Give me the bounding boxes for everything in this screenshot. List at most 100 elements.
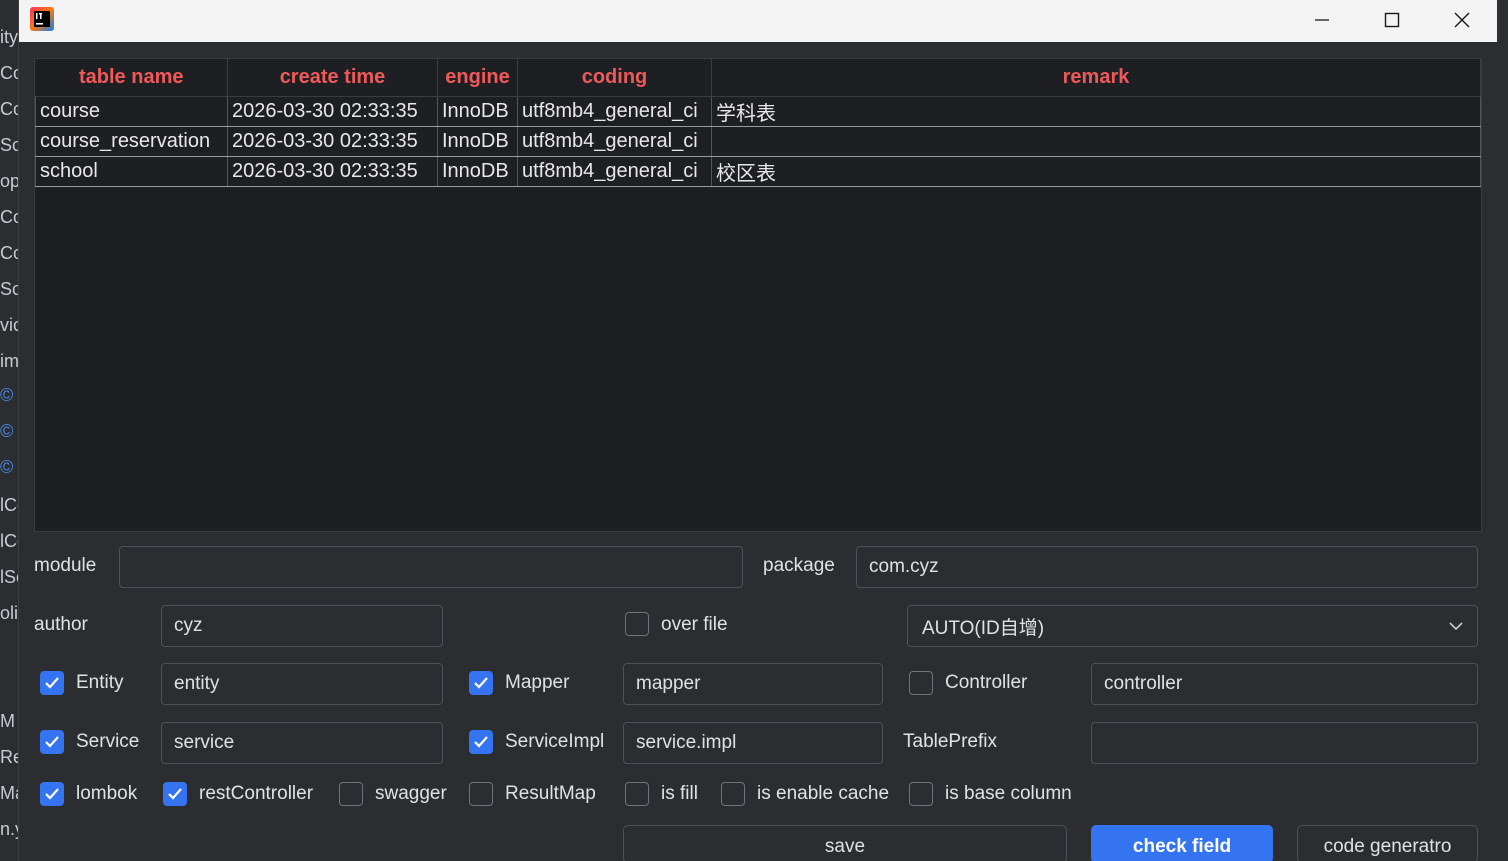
cell-create-time: 2026-03-30 02:33:35 <box>227 155 438 187</box>
cell-table-name: school <box>35 155 228 187</box>
close-button[interactable] <box>1427 0 1497 40</box>
column-header-engine[interactable]: engine <box>437 59 518 97</box>
service-impl-label: ServiceImpl <box>505 731 605 752</box>
swagger-label: swagger <box>375 783 447 804</box>
service-impl-input[interactable] <box>623 722 883 764</box>
intellij-app-icon <box>30 7 54 31</box>
table-row[interactable]: school 2026-03-30 02:33:35 InnoDB utf8mb… <box>35 155 1481 187</box>
id-type-selected-value: AUTO(ID自增) <box>922 617 1045 639</box>
column-header-coding[interactable]: coding <box>517 59 712 97</box>
cell-coding: utf8mb4_general_ci <box>517 95 712 127</box>
cell-create-time: 2026-03-30 02:33:35 <box>227 125 438 157</box>
background-ide-strip: ity Co Co Sc op Co Co Sc vic im © © © lC… <box>0 0 18 861</box>
package-input[interactable] <box>856 546 1478 588</box>
controller-label: Controller <box>945 672 1028 693</box>
column-header-create-time[interactable]: create time <box>227 59 438 97</box>
cell-table-name: course <box>35 95 228 127</box>
bg-fragment: ity <box>0 27 18 47</box>
result-map-label: ResultMap <box>505 783 596 804</box>
over-file-label: over file <box>661 614 728 635</box>
over-file-checkbox[interactable] <box>625 612 649 636</box>
background-ide-right <box>1496 0 1508 861</box>
result-map-checkbox[interactable] <box>469 782 493 806</box>
title-bar <box>19 0 1497 42</box>
minimize-icon <box>1315 19 1329 21</box>
cell-engine: InnoDB <box>437 125 518 157</box>
check-field-button[interactable]: check field <box>1091 825 1273 861</box>
bg-fragment: M <box>0 711 15 731</box>
cell-remark <box>711 125 1481 157</box>
module-label: module <box>34 555 97 576</box>
checkmark-icon <box>474 736 488 748</box>
checkmark-icon <box>474 677 488 689</box>
bg-fragment: Sc <box>0 135 18 155</box>
controller-input[interactable] <box>1091 663 1478 705</box>
table-row[interactable]: course_reservation 2026-03-30 02:33:35 I… <box>35 125 1481 157</box>
cell-remark: 校区表 <box>711 155 1481 187</box>
rest-controller-checkbox[interactable] <box>163 782 187 806</box>
author-input[interactable] <box>161 605 443 647</box>
mapper-input[interactable] <box>623 663 883 705</box>
cell-create-time: 2026-03-30 02:33:35 <box>227 95 438 127</box>
cell-remark: 学科表 <box>711 95 1481 127</box>
is-fill-label: is fill <box>661 783 698 804</box>
bg-fragment: Co <box>0 207 18 227</box>
lombok-label: lombok <box>76 783 138 804</box>
bg-fragment: Re <box>0 747 18 767</box>
checkmark-icon <box>168 788 182 800</box>
entity-label: Entity <box>76 672 124 693</box>
column-header-remark[interactable]: remark <box>711 59 1481 97</box>
is-enable-cache-checkbox[interactable] <box>721 782 745 806</box>
is-base-column-checkbox[interactable] <box>909 782 933 806</box>
cell-engine: InnoDB <box>437 95 518 127</box>
module-input[interactable] <box>119 546 743 588</box>
table-prefix-input[interactable] <box>1091 722 1478 764</box>
save-button[interactable]: save <box>623 825 1067 861</box>
id-type-select[interactable]: AUTO(ID自增) <box>907 605 1478 647</box>
column-header-table-name[interactable]: table name <box>35 59 228 97</box>
checkmark-icon <box>45 677 59 689</box>
bg-fragment: Co <box>0 99 18 119</box>
bg-fragment: vic <box>0 315 18 335</box>
maximize-button[interactable] <box>1357 0 1427 40</box>
bg-fragment: © <box>0 421 14 441</box>
checkmark-icon <box>45 736 59 748</box>
entity-checkbox[interactable] <box>40 671 64 695</box>
swagger-checkbox[interactable] <box>339 782 363 806</box>
is-enable-cache-label: is enable cache <box>757 783 890 804</box>
mapper-checkbox[interactable] <box>469 671 493 695</box>
package-label: package <box>763 555 835 576</box>
bg-fragment: Sc <box>0 279 18 299</box>
is-base-column-label: is base column <box>945 783 1072 804</box>
bg-fragment: op <box>0 171 18 191</box>
bg-fragment: © <box>0 385 14 405</box>
is-fill-checkbox[interactable] <box>625 782 649 806</box>
bg-fragment: lCo <box>0 531 18 551</box>
table-prefix-label: TablePrefix <box>903 731 997 752</box>
service-input[interactable] <box>161 722 443 764</box>
code-generator-button[interactable]: code generatro <box>1297 825 1478 861</box>
lombok-checkbox[interactable] <box>40 782 64 806</box>
tables-list[interactable]: table name create time engine coding rem… <box>34 58 1482 532</box>
close-icon <box>1454 12 1470 28</box>
cell-engine: InnoDB <box>437 155 518 187</box>
service-impl-checkbox[interactable] <box>469 730 493 754</box>
entity-input[interactable] <box>161 663 443 705</box>
tables-table: table name create time engine coding rem… <box>35 59 1481 187</box>
bg-fragment: oli <box>0 603 18 623</box>
checkmark-icon <box>45 788 59 800</box>
bg-fragment: Ma <box>0 783 18 803</box>
table-header-row: table name create time engine coding rem… <box>35 59 1481 97</box>
maximize-icon <box>1384 12 1400 28</box>
minimize-button[interactable] <box>1287 0 1357 40</box>
bg-fragment: lCo <box>0 495 18 515</box>
controller-checkbox[interactable] <box>909 671 933 695</box>
table-row[interactable]: course 2026-03-30 02:33:35 InnoDB utf8mb… <box>35 95 1481 127</box>
bg-fragment: im <box>0 351 18 371</box>
service-checkbox[interactable] <box>40 730 64 754</box>
bg-fragment: Co <box>0 243 18 263</box>
chevron-down-icon <box>1449 622 1463 631</box>
generator-window: table name create time engine coding rem… <box>18 0 1497 861</box>
rest-controller-label: restController <box>199 783 314 804</box>
mapper-label: Mapper <box>505 672 570 693</box>
